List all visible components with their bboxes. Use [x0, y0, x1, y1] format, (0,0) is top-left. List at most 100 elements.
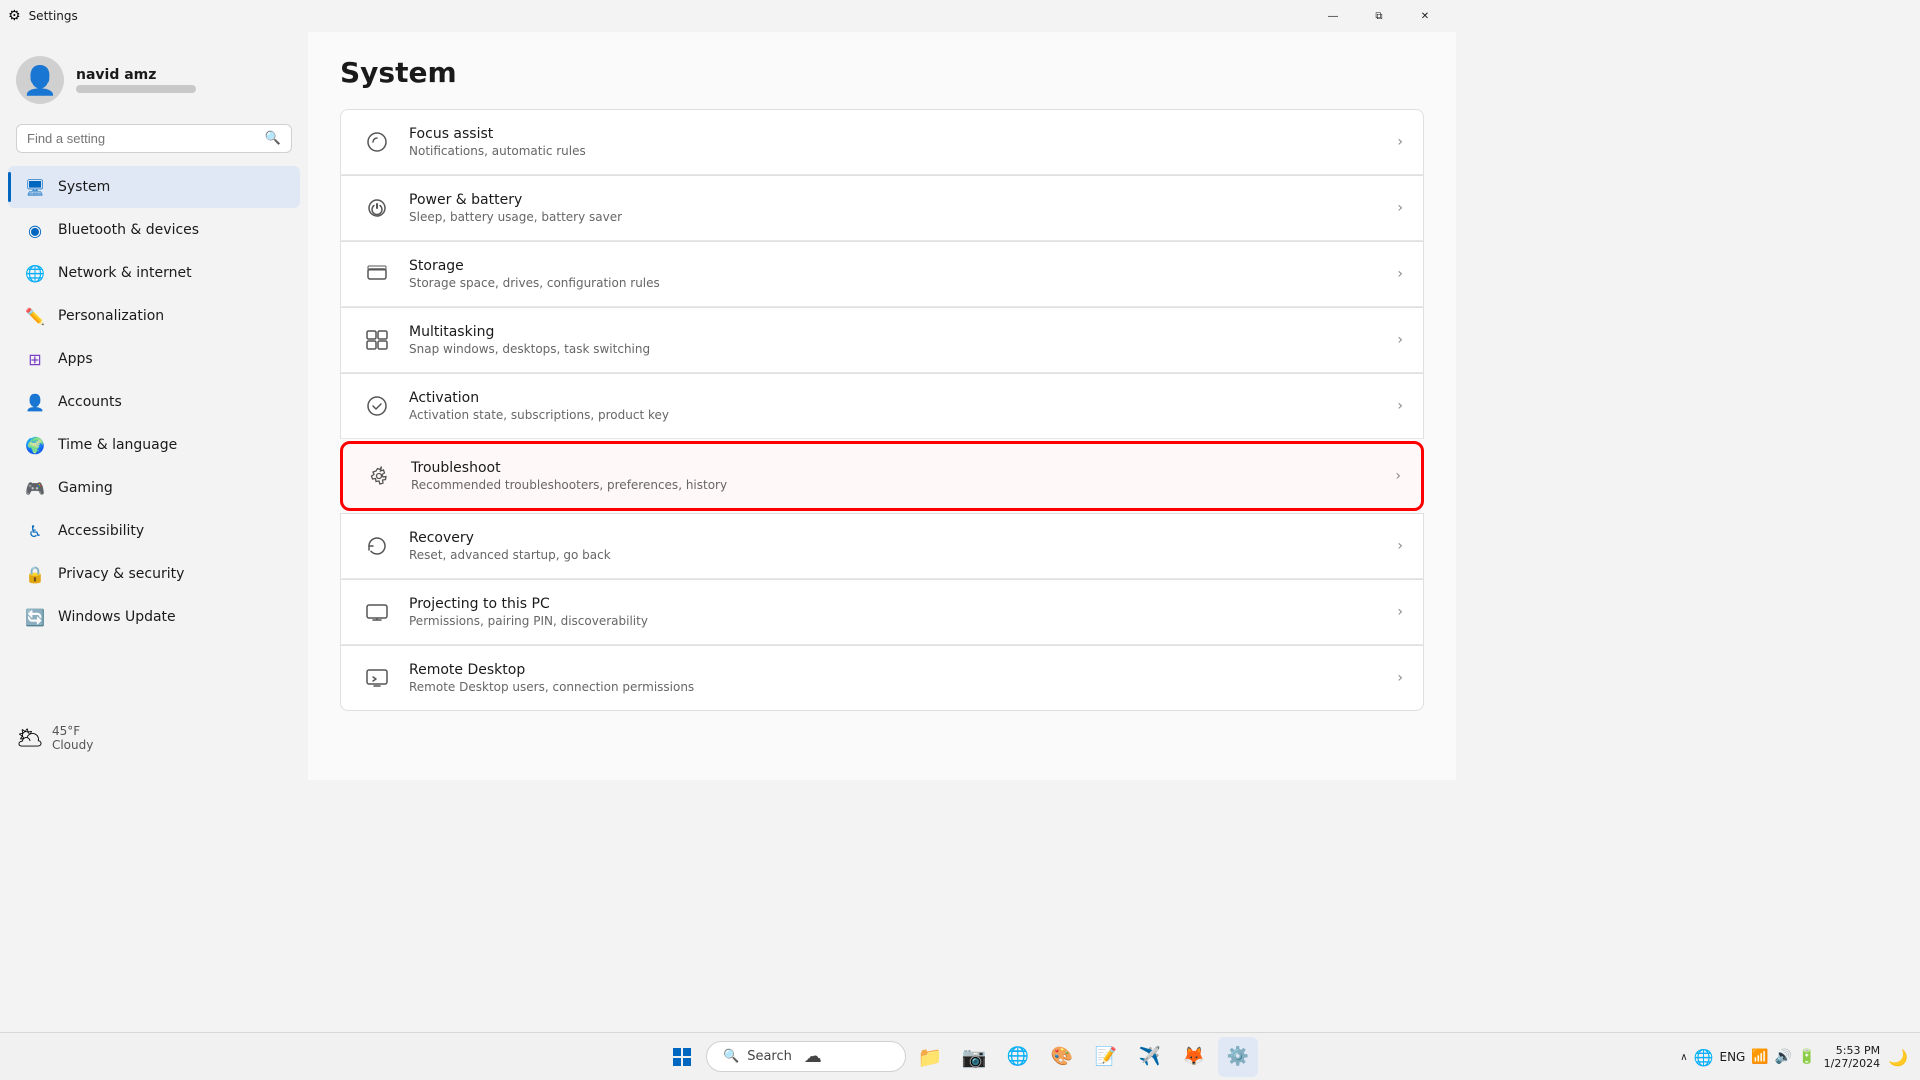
activation-desc: Activation state, subscriptions, product… — [409, 408, 1381, 422]
taskbar-right: ∧ 🌐 ENG 📶 🔊 🔋 5:53 PM 1/27/2024 🌙 — [1680, 1033, 1908, 1080]
sidebar-item-system[interactable]: 🖥 System — [8, 166, 300, 208]
weather-condition: Cloudy — [52, 738, 93, 752]
privacy-icon: 🔒 — [24, 563, 46, 585]
taskbar-camera[interactable]: 📷 — [954, 1037, 994, 1077]
sidebar-item-accounts[interactable]: 👤 Accounts — [8, 381, 300, 423]
minimize-button[interactable]: — — [1310, 0, 1356, 32]
settings-item-activation[interactable]: Activation Activation state, subscriptio… — [340, 373, 1424, 439]
settings-item-multitasking[interactable]: Multitasking Snap windows, desktops, tas… — [340, 307, 1424, 373]
time-icon: 🌍 — [24, 434, 46, 456]
taskbar-chrome[interactable]: 🌐 — [998, 1037, 1038, 1077]
settings-list: Focus assist Notifications, automatic ru… — [340, 109, 1424, 711]
activation-title: Activation — [409, 390, 1381, 406]
projecting-icon — [361, 596, 393, 628]
focus-assist-desc: Notifications, automatic rules — [409, 144, 1381, 158]
network-icon: 🌐 — [24, 262, 46, 284]
taskbar-search-box[interactable]: 🔍 Search ☁ — [706, 1041, 906, 1072]
avatar-icon: 👤 — [23, 64, 58, 97]
settings-item-recovery[interactable]: Recovery Reset, advanced startup, go bac… — [340, 513, 1424, 579]
search-input[interactable] — [27, 131, 257, 146]
sidebar-item-network[interactable]: 🌐 Network & internet — [8, 252, 300, 294]
taskbar-file-explorer[interactable]: 📁 — [910, 1037, 950, 1077]
troubleshoot-chevron: › — [1395, 468, 1401, 484]
titlebar-controls: — ⧉ ✕ — [1310, 0, 1448, 32]
taskbar-search-icon: 🔍 — [723, 1049, 739, 1064]
multitasking-text: Multitasking Snap windows, desktops, tas… — [409, 324, 1381, 356]
weather-text: 45°F Cloudy — [52, 724, 93, 752]
titlebar-left: ⚙ Settings — [8, 8, 78, 24]
taskbar-word[interactable]: 📝 — [1086, 1037, 1126, 1077]
sidebar-item-privacy[interactable]: 🔒 Privacy & security — [8, 553, 300, 595]
activation-chevron: › — [1397, 398, 1403, 414]
search-box[interactable]: 🔍 — [16, 124, 292, 153]
sidebar-item-gaming[interactable]: 🎮 Gaming — [8, 467, 300, 509]
settings-item-power[interactable]: Power & battery Sleep, battery usage, ba… — [340, 175, 1424, 241]
main-content: System Focus assist Notifications, autom… — [308, 32, 1456, 780]
multitasking-icon — [361, 324, 393, 356]
projecting-text: Projecting to this PC Permissions, pairi… — [409, 596, 1381, 628]
sidebar-item-apps[interactable]: ⊞ Apps — [8, 338, 300, 380]
page-title: System — [340, 56, 1424, 89]
storage-title: Storage — [409, 258, 1381, 274]
storage-text: Storage Storage space, drives, configura… — [409, 258, 1381, 290]
taskbar-photoshop[interactable]: 🎨 — [1042, 1037, 1082, 1077]
sidebar-item-label: Accounts — [58, 394, 122, 410]
update-icon: 🔄 — [24, 606, 46, 628]
recovery-desc: Reset, advanced startup, go back — [409, 548, 1381, 562]
weather-section: 🌥 45°F Cloudy — [0, 712, 308, 764]
battery-icon[interactable]: 🔋 — [1798, 1049, 1815, 1065]
multitasking-title: Multitasking — [409, 324, 1381, 340]
notification-icon[interactable]: 🌙 — [1888, 1048, 1908, 1067]
projecting-title: Projecting to this PC — [409, 596, 1381, 612]
sidebar-item-accessibility[interactable]: ♿ Accessibility — [8, 510, 300, 552]
settings-item-remote-desktop[interactable]: Remote Desktop Remote Desktop users, con… — [340, 645, 1424, 711]
sidebar-item-bluetooth[interactable]: ◉ Bluetooth & devices — [8, 209, 300, 251]
sidebar-nav: 🖥 System ◉ Bluetooth & devices 🌐 Network… — [0, 165, 308, 639]
lang-indicator[interactable]: ENG — [1720, 1050, 1746, 1064]
troubleshoot-icon — [363, 460, 395, 492]
sidebar-item-label: Accessibility — [58, 523, 144, 539]
remote-desktop-title: Remote Desktop — [409, 662, 1381, 678]
personalization-icon: ✏️ — [24, 305, 46, 327]
maximize-button[interactable]: ⧉ — [1356, 0, 1402, 32]
user-sub — [76, 85, 196, 93]
settings-item-troubleshoot[interactable]: Troubleshoot Recommended troubleshooters… — [340, 441, 1424, 511]
recovery-title: Recovery — [409, 530, 1381, 546]
multitasking-chevron: › — [1397, 332, 1403, 348]
network-tray-icon[interactable]: 🌐 — [1694, 1048, 1714, 1067]
cortana-icon: ☁ — [804, 1046, 822, 1067]
sidebar-item-label: Gaming — [58, 480, 113, 496]
sidebar-item-time[interactable]: 🌍 Time & language — [8, 424, 300, 466]
settings-item-storage[interactable]: Storage Storage space, drives, configura… — [340, 241, 1424, 307]
bluetooth-icon: ◉ — [24, 219, 46, 241]
sidebar-item-label: Time & language — [58, 437, 177, 453]
troubleshoot-desc: Recommended troubleshooters, preferences… — [411, 478, 1379, 492]
system-icon: 🖥 — [24, 176, 46, 198]
remote-desktop-text: Remote Desktop Remote Desktop users, con… — [409, 662, 1381, 694]
settings-item-focus-assist[interactable]: Focus assist Notifications, automatic ru… — [340, 109, 1424, 175]
taskbar-start-button[interactable] — [662, 1037, 702, 1077]
wifi-icon[interactable]: 📶 — [1751, 1049, 1768, 1065]
settings-item-projecting[interactable]: Projecting to this PC Permissions, pairi… — [340, 579, 1424, 645]
system-tray-icons: ∧ 🌐 ENG 📶 🔊 🔋 — [1680, 1048, 1815, 1067]
taskbar-firefox[interactable]: 🦊 — [1174, 1037, 1214, 1077]
volume-icon[interactable]: 🔊 — [1775, 1049, 1792, 1065]
apps-icon: ⊞ — [24, 348, 46, 370]
close-button[interactable]: ✕ — [1402, 0, 1448, 32]
titlebar-title: Settings — [29, 9, 78, 23]
sidebar-item-label: Privacy & security — [58, 566, 184, 582]
taskbar-settings-pinned[interactable]: ⚙️ — [1218, 1037, 1258, 1077]
focus-assist-title: Focus assist — [409, 126, 1381, 142]
taskbar-clock[interactable]: 5:53 PM 1/27/2024 — [1824, 1044, 1880, 1070]
taskbar-telegram[interactable]: ✈️ — [1130, 1037, 1170, 1077]
tray-chevron-icon[interactable]: ∧ — [1680, 1052, 1687, 1063]
taskbar-center: 🔍 Search ☁ 📁 📷 🌐 🎨 📝 ✈️ 🦊 ⚙️ — [662, 1037, 1258, 1077]
power-title: Power & battery — [409, 192, 1381, 208]
troubleshoot-title: Troubleshoot — [411, 460, 1379, 476]
remote-desktop-desc: Remote Desktop users, connection permiss… — [409, 680, 1381, 694]
focus-assist-chevron: › — [1397, 134, 1403, 150]
sidebar-item-label: Network & internet — [58, 265, 192, 281]
user-info: navid amz — [76, 67, 196, 93]
sidebar-item-update[interactable]: 🔄 Windows Update — [8, 596, 300, 638]
sidebar-item-personalization[interactable]: ✏️ Personalization — [8, 295, 300, 337]
